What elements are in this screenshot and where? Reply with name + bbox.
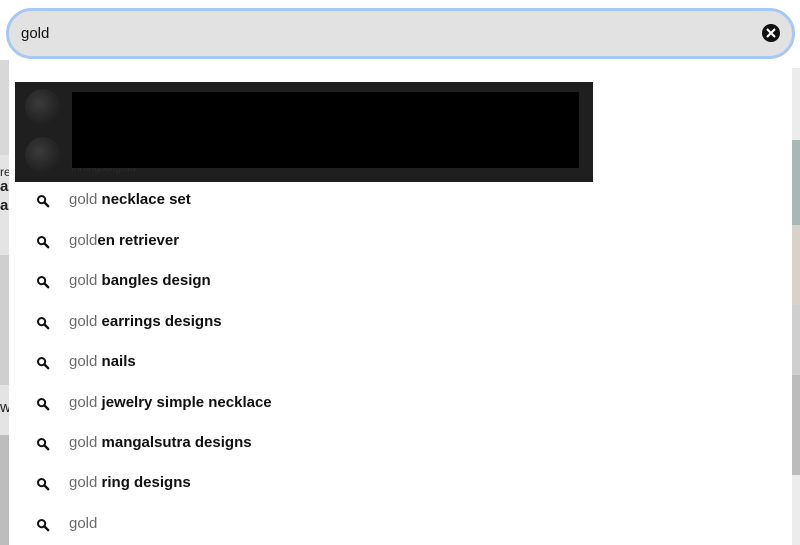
search-input[interactable] [21, 11, 741, 56]
background-glyph: w [0, 399, 9, 416]
search-icon [37, 478, 50, 491]
search-icon [37, 357, 50, 370]
suggestion-text: gold necklace set [69, 191, 191, 208]
board-thumbnail [25, 137, 61, 173]
suggestion-text: gold ring designs [69, 474, 191, 491]
suggestion-text: gold nails [69, 353, 136, 370]
suggestion-item[interactable]: gold bangles design [9, 261, 792, 301]
background-left-edge: re a a w [0, 60, 9, 545]
background-glyph: re [0, 165, 9, 179]
suggestion-item[interactable]: gold earrings designs [9, 302, 792, 342]
search-suggestions-dropdown: inningsofgold gold necklace set golden r… [9, 68, 792, 545]
search-icon [37, 398, 50, 411]
search-icon [37, 195, 50, 208]
board-results: inningsofgold [15, 82, 593, 182]
close-icon [766, 28, 776, 38]
suggestion-item[interactable]: golden retriever [9, 221, 792, 261]
background-glyph: a [0, 178, 9, 195]
search-icon [37, 276, 50, 289]
suggestion-text: gold jewelry simple necklace [69, 394, 272, 411]
search-icon [37, 236, 50, 249]
search-bar [6, 8, 795, 59]
background-glyph: a [0, 197, 9, 214]
search-icon [37, 317, 50, 330]
suggestion-item[interactable]: gold ring designs [9, 463, 792, 503]
suggestion-item[interactable]: gold nails [9, 342, 792, 382]
clear-search-button[interactable] [762, 24, 780, 42]
search-icon [37, 438, 50, 451]
suggestion-item[interactable]: gold [9, 504, 792, 544]
redaction-box [72, 92, 579, 168]
suggestion-text: gold [69, 515, 98, 532]
suggestion-item[interactable]: gold necklace set [9, 180, 792, 220]
suggestion-text: gold bangles design [69, 272, 211, 289]
suggestion-item[interactable]: gold mangalsutra designs [9, 423, 792, 463]
background-right-edge [792, 68, 800, 545]
suggestion-text: gold earrings designs [69, 313, 222, 330]
suggestion-item[interactable]: gold jewelry simple necklace [9, 383, 792, 423]
suggestion-text: gold mangalsutra designs [69, 434, 252, 451]
search-icon [37, 519, 50, 532]
board-thumbnail [25, 89, 61, 125]
suggestion-text: golden retriever [69, 232, 180, 249]
